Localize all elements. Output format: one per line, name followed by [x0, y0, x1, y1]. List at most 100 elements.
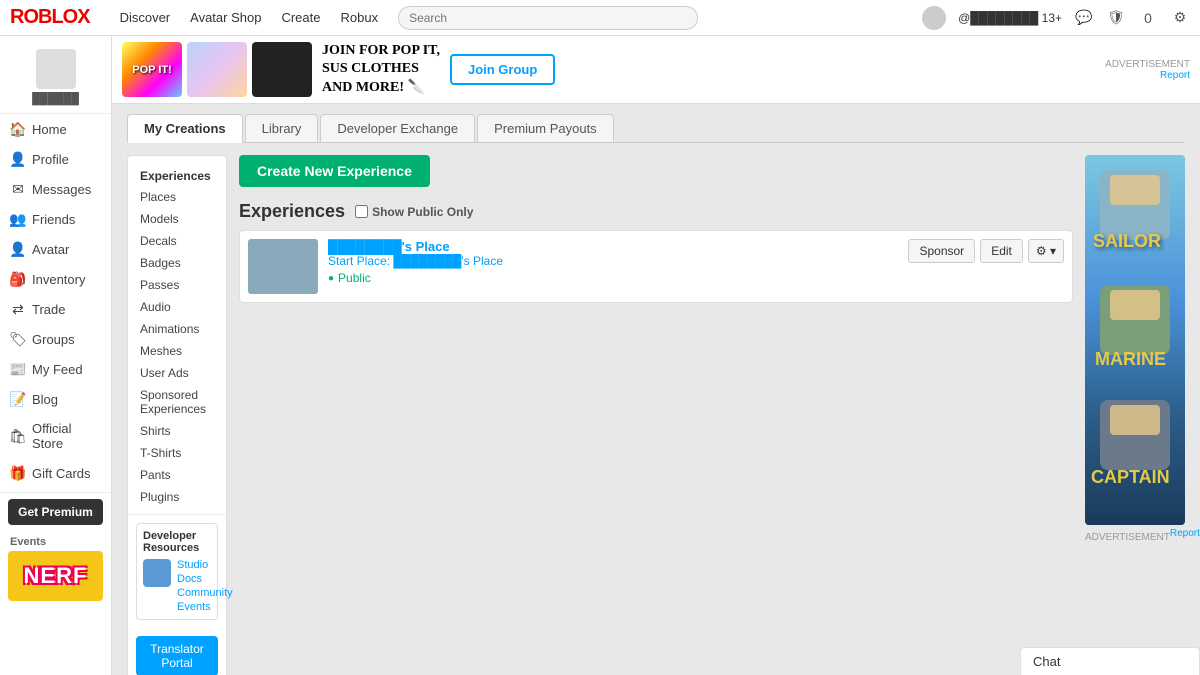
- sidebar-item-gift-cards[interactable]: 🎁 Gift Cards: [0, 458, 111, 488]
- sidebar-item-profile[interactable]: 👤 Profile: [0, 144, 111, 174]
- sidebar-item-trade[interactable]: ⇄ Trade: [0, 294, 111, 324]
- sidebar-item-label: Trade: [32, 302, 65, 317]
- dev-link-studio[interactable]: Studio: [177, 559, 233, 571]
- left-panel-item-pants[interactable]: Pants: [128, 464, 226, 486]
- experience-start-place[interactable]: Start Place: ████████'s Place: [328, 254, 898, 268]
- sidebar-item-label: Gift Cards: [32, 466, 91, 481]
- sidebar-item-label: Official Store: [32, 421, 101, 451]
- experience-name[interactable]: ████████'s Place: [328, 239, 898, 254]
- inventory-icon: 🎒: [10, 271, 26, 287]
- sidebar: ██████ 🏠 Home 👤 Profile ✉ Messages 👥 Fri…: [0, 36, 112, 675]
- right-advertisement: SAILOR MARINE CAPTAIN ADVERTISEMENT: [1085, 155, 1185, 675]
- avatar-icon: 👤: [10, 241, 26, 257]
- left-panel-item-user-ads[interactable]: User Ads: [128, 362, 226, 384]
- svg-text:SAILOR: SAILOR: [1093, 231, 1161, 251]
- tab-my-creations[interactable]: My Creations: [127, 114, 243, 143]
- avatar: [922, 6, 946, 30]
- sidebar-item-official-store[interactable]: 🛍 Official Store: [0, 414, 111, 458]
- dev-link-docs[interactable]: Docs: [177, 573, 233, 585]
- ad-report-link[interactable]: Report: [1160, 70, 1190, 81]
- sponsor-button[interactable]: Sponsor: [908, 239, 975, 263]
- ad-images: POP IT!: [122, 42, 312, 97]
- chat-icon[interactable]: 💬: [1074, 8, 1094, 28]
- experience-info: ████████'s Place Start Place: ████████'s…: [328, 239, 898, 285]
- nav-avatar-shop[interactable]: Avatar Shop: [190, 10, 261, 25]
- nav-create[interactable]: Create: [281, 10, 320, 25]
- left-panel-item-plugins[interactable]: Plugins: [128, 486, 226, 508]
- dev-resources-title: Developer Resources: [143, 530, 211, 554]
- events-banner[interactable]: NERF: [8, 551, 103, 601]
- sidebar-item-avatar[interactable]: 👤 Avatar: [0, 234, 111, 264]
- nav-discover[interactable]: Discover: [120, 10, 171, 25]
- profile-icon: 👤: [10, 151, 26, 167]
- sidebar-item-label: Inventory: [32, 272, 85, 287]
- developer-resources-section: Developer Resources Studio Docs Communit…: [136, 523, 218, 620]
- left-panel-item-decals[interactable]: Decals: [128, 230, 226, 252]
- sidebar-item-label: Profile: [32, 152, 69, 167]
- sidebar-item-messages[interactable]: ✉ Messages: [0, 174, 111, 204]
- ad-image-pop: POP IT!: [122, 42, 182, 97]
- sidebar-item-groups[interactable]: 🏷 Groups: [0, 324, 111, 354]
- username-display: @████████ 13+: [958, 11, 1062, 25]
- dev-resources-icon: [143, 559, 171, 587]
- sidebar-item-label: Blog: [32, 392, 58, 407]
- sidebar-item-myfeed[interactable]: 📰 My Feed: [0, 354, 111, 384]
- show-public-text: Show Public Only: [372, 205, 473, 219]
- get-premium-button[interactable]: Get Premium: [8, 499, 103, 525]
- sidebar-item-friends[interactable]: 👥 Friends: [0, 204, 111, 234]
- show-public-checkbox[interactable]: [355, 205, 368, 218]
- center-panel: Create New Experience Experiences Show P…: [239, 155, 1073, 675]
- shield-icon[interactable]: 🛡: [1106, 8, 1126, 28]
- experience-public-status: Public: [328, 271, 898, 285]
- right-ad-report[interactable]: Report: [1170, 528, 1200, 543]
- sidebar-item-home[interactable]: 🏠 Home: [0, 114, 111, 144]
- messages-icon: ✉: [10, 181, 26, 197]
- left-panel-item-audio[interactable]: Audio: [128, 296, 226, 318]
- trade-icon: ⇄: [10, 301, 26, 317]
- sidebar-item-blog[interactable]: 📝 Blog: [0, 384, 111, 414]
- main-layout: ██████ 🏠 Home 👤 Profile ✉ Messages 👥 Fri…: [0, 36, 1200, 675]
- notification-icon[interactable]: 0: [1138, 8, 1158, 28]
- dev-resources-inner: Studio Docs Community Events: [143, 559, 211, 613]
- translator-portal-button[interactable]: Translator Portal: [136, 636, 218, 675]
- left-panel-item-badges[interactable]: Badges: [128, 252, 226, 274]
- edit-button[interactable]: Edit: [980, 239, 1023, 263]
- experience-list-item: ████████'s Place Start Place: ████████'s…: [239, 230, 1073, 303]
- join-group-button[interactable]: Join Group: [450, 54, 555, 85]
- tab-developer-exchange[interactable]: Developer Exchange: [320, 114, 475, 142]
- sidebar-item-label: Home: [32, 122, 67, 137]
- search-input[interactable]: [398, 6, 698, 30]
- tab-library[interactable]: Library: [245, 114, 319, 142]
- gift-icon: 🎁: [10, 465, 26, 481]
- content-area: My Creations Library Developer Exchange …: [112, 104, 1200, 675]
- store-icon: 🛍: [10, 428, 26, 444]
- left-panel-item-shirts[interactable]: Shirts: [128, 420, 226, 442]
- right-ad-image: SAILOR MARINE CAPTAIN: [1085, 155, 1185, 525]
- settings-icon[interactable]: ⚙: [1170, 8, 1190, 28]
- nav-links: Discover Avatar Shop Create Robux: [120, 10, 379, 25]
- left-panel-item-models[interactable]: Models: [128, 208, 226, 230]
- tab-premium-payouts[interactable]: Premium Payouts: [477, 114, 614, 142]
- top-navigation: ROBLOX Discover Avatar Shop Create Robux…: [0, 0, 1200, 36]
- gear-button[interactable]: ⚙ ▾: [1028, 239, 1064, 263]
- friends-icon: 👥: [10, 211, 26, 227]
- left-panel-item-t-shirts[interactable]: T-Shirts: [128, 442, 226, 464]
- tabs-container: My Creations Library Developer Exchange …: [127, 114, 1185, 143]
- left-panel-item-meshes[interactable]: Meshes: [128, 340, 226, 362]
- dev-link-events[interactable]: Events: [177, 601, 233, 613]
- dev-link-community[interactable]: Community: [177, 587, 233, 599]
- ad-image-fidget: [187, 42, 247, 97]
- ad-label: ADVERTISEMENT: [1105, 59, 1190, 70]
- left-panel-item-passes[interactable]: Passes: [128, 274, 226, 296]
- create-new-experience-button[interactable]: Create New Experience: [239, 155, 430, 187]
- myfeed-icon: 📰: [10, 361, 26, 377]
- section-title: Experiences Show Public Only: [239, 201, 1073, 222]
- nav-robux[interactable]: Robux: [340, 10, 378, 25]
- right-ad-meta: ADVERTISEMENT Report: [1085, 528, 1185, 543]
- chat-bar[interactable]: Chat: [1020, 647, 1200, 675]
- experience-thumbnail: [248, 239, 318, 294]
- left-panel-item-animations[interactable]: Animations: [128, 318, 226, 340]
- sidebar-item-inventory[interactable]: 🎒 Inventory: [0, 264, 111, 294]
- left-panel-item-sponsored[interactable]: SponsoredExperiences: [128, 384, 226, 420]
- left-panel-item-places[interactable]: Places: [128, 186, 226, 208]
